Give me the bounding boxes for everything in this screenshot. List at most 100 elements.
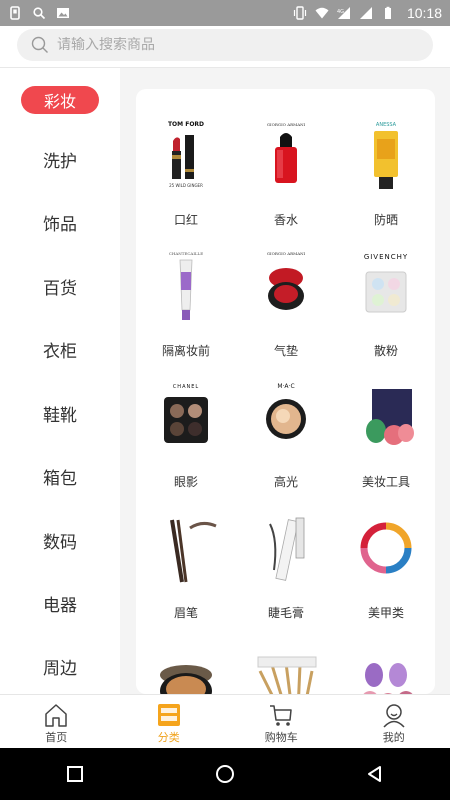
bronzer-image (150, 641, 222, 694)
home-icon (42, 701, 70, 729)
grid-item-label: 隔离妆前 (161, 344, 210, 358)
sidebar-item-label: 鞋靴 (43, 405, 77, 426)
lipstick-image: TOM FORD 25 WILD GINGER (150, 117, 222, 193)
sidebar-item-general-goods[interactable]: 百货 (0, 266, 120, 306)
battery-icon (384, 6, 391, 19)
vibrate-icon (293, 6, 307, 20)
home-button-icon[interactable] (214, 763, 236, 785)
brushes-image (250, 641, 322, 694)
grid-item-label: 散粉 (373, 344, 398, 358)
grid-item-sunscreen[interactable]: ANESSA 防晒 (336, 99, 435, 229)
sidebar-item-makeup[interactable]: 彩妆 (0, 80, 120, 120)
brand-label: CHANTECAILLE (169, 251, 203, 256)
grid-item-nail-polish[interactable]: 美甲类 (336, 492, 435, 622)
phone-icon (10, 6, 20, 20)
grid-item-label: 防晒 (373, 213, 398, 227)
grid-item-label: 高光 (273, 475, 298, 489)
grid-item-label: 口红 (173, 213, 198, 227)
signal-icon (359, 7, 372, 19)
sidebar-item-label: 洗护 (43, 151, 77, 172)
eyebrow-pencil-image (150, 510, 222, 586)
sidebar-item-wash-care[interactable]: 洗护 (0, 139, 120, 179)
status-bar: 4G 10:18 (0, 0, 450, 26)
tab-label: 分类 (157, 731, 180, 744)
highlighter-image: M·A·C (250, 379, 322, 455)
grid-item-primer[interactable]: CHANTECAILLE 隔离妆前 (136, 230, 236, 360)
search-input[interactable] (57, 37, 397, 53)
sidebar-item-digital[interactable]: 数码 (0, 520, 120, 560)
sidebar-item-merch[interactable]: 周边 (0, 646, 120, 686)
sidebar-item-label: 百货 (43, 278, 77, 299)
loose-powder-image: GIVENCHY (350, 248, 422, 324)
grid-item-label: 美妆工具 (361, 475, 410, 489)
tab-label: 首页 (45, 731, 68, 744)
mascara-image (250, 510, 322, 586)
grid-item-bronzer[interactable] (136, 623, 236, 694)
grid-item-cushion[interactable]: GIORGIO ARMANI 气垫 (236, 230, 336, 360)
subcategory-grid: TOM FORD 25 WILD GINGER 口红 GIORGIO ARMAN… (136, 89, 435, 694)
cart-icon (267, 701, 295, 729)
perfume-image: GIORGIO ARMANI (250, 117, 322, 193)
tab-home[interactable]: 首页 (0, 695, 113, 748)
brand-label: ANESSA (376, 122, 397, 128)
sidebar-item-label: 周边 (43, 658, 77, 679)
sidebar-item-label: 彩妆 (21, 86, 99, 114)
sidebar-item-bags[interactable]: 箱包 (0, 456, 120, 496)
cushion-image: GIORGIO ARMANI (250, 248, 322, 324)
grid-item-label: 眉笔 (173, 606, 198, 620)
search-status-icon (33, 7, 46, 20)
back-icon[interactable] (365, 764, 385, 784)
search-bar-container (0, 26, 450, 68)
sidebar-item-label: 箱包 (43, 468, 77, 489)
makeup-tools-image (350, 379, 422, 455)
grid-item-label: 眼影 (173, 475, 198, 489)
grid-item-mascara[interactable]: 睫毛膏 (236, 492, 336, 622)
grid-item-loose-powder[interactable]: GIVENCHY 散粉 (336, 230, 435, 360)
brand-label: GIORGIO ARMANI (267, 122, 306, 127)
recents-icon[interactable] (65, 764, 85, 784)
sidebar-item-label: 衣柜 (43, 341, 77, 362)
tab-category[interactable]: 分类 (113, 695, 226, 748)
tab-label: 我的 (382, 731, 405, 744)
grid-item-eyeshadow[interactable]: CHANEL 眼影 (136, 361, 236, 491)
signal-4g-icon: 4G (337, 7, 350, 19)
bottom-tab-bar: 首页 分类 购物车 我的 (0, 694, 450, 748)
sunscreen-image: ANESSA (350, 117, 422, 193)
profile-icon (380, 701, 408, 729)
grid-item-label: 美甲类 (367, 606, 404, 620)
wifi-icon (315, 7, 329, 19)
grid-item-label: 气垫 (273, 344, 298, 358)
tab-cart[interactable]: 购物车 (225, 695, 338, 748)
svg-text:25 WILD GINGER: 25 WILD GINGER (169, 183, 203, 188)
brand-label: TOM FORD (168, 121, 204, 128)
category-icon (155, 701, 183, 729)
status-time: 10:18 (406, 5, 442, 21)
nail-polish-image (350, 510, 422, 586)
sidebar-item-wardrobe[interactable]: 衣柜 (0, 329, 120, 369)
grid-item-perfume[interactable]: GIORGIO ARMANI 香水 (236, 99, 336, 229)
eyeshadow-image: CHANEL (150, 379, 222, 455)
grid-item-brushes[interactable] (236, 623, 336, 694)
grid-item-sponges[interactable] (336, 623, 435, 694)
image-icon (57, 8, 69, 18)
tab-label: 购物车 (264, 731, 298, 744)
search-box[interactable] (17, 29, 433, 61)
sidebar-item-appliances[interactable]: 电器 (0, 583, 120, 623)
grid-item-highlighter[interactable]: M·A·C 高光 (236, 361, 336, 491)
sidebar-item-label: 饰品 (43, 214, 77, 235)
grid-item-eyebrow-pencil[interactable]: 眉笔 (136, 492, 236, 622)
sidebar-item-shoes[interactable]: 鞋靴 (0, 393, 120, 433)
category-sidebar: 彩妆 洗护 饰品 百货 衣柜 鞋靴 箱包 数码 电器 周边 (0, 68, 120, 694)
grid-item-lipstick[interactable]: TOM FORD 25 WILD GINGER 口红 (136, 99, 236, 229)
grid-item-makeup-tools[interactable]: 美妆工具 (336, 361, 435, 491)
sidebar-item-label: 数码 (43, 532, 77, 553)
sponges-image (350, 641, 422, 694)
svg-text:GIORGIO ARMANI: GIORGIO ARMANI (267, 251, 306, 256)
tab-profile[interactable]: 我的 (338, 695, 450, 748)
primer-image: CHANTECAILLE (150, 248, 222, 324)
search-icon (31, 36, 48, 53)
brand-label: GIVENCHY (364, 253, 408, 261)
grid-item-label: 睫毛膏 (267, 606, 304, 620)
sidebar-item-accessories[interactable]: 饰品 (0, 202, 120, 242)
grid-item-label: 香水 (273, 213, 298, 227)
